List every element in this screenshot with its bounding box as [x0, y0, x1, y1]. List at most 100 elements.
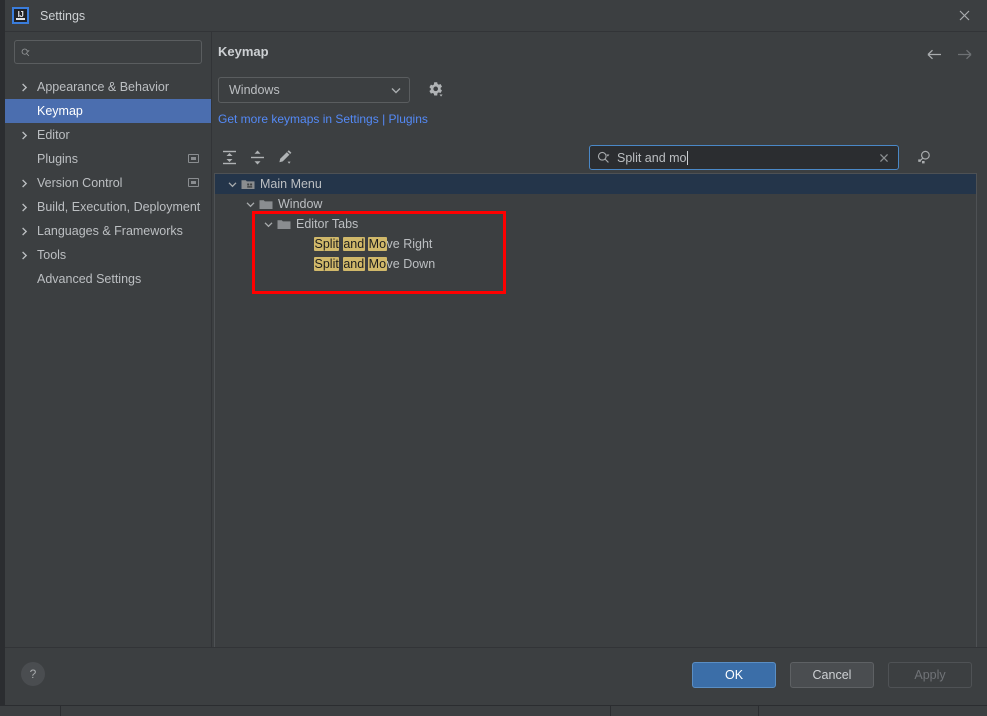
chevron-right-icon[interactable] — [17, 179, 31, 188]
sidebar-item-version-control[interactable]: Version Control — [5, 171, 211, 195]
text-caret — [687, 150, 689, 165]
tree-row-text: ve Down — [386, 257, 436, 271]
shortcuts-tree: Main Menu Window Editor Tabs Split and Move… — [215, 174, 976, 274]
sidebar-item-label: Plugins — [37, 152, 78, 166]
get-more-keymaps-link[interactable]: Get more keymaps in Settings | Plugins — [218, 112, 428, 126]
help-button[interactable]: ? — [21, 662, 45, 686]
find-by-shortcut-button[interactable] — [911, 145, 937, 170]
main-menu-icon — [241, 178, 255, 190]
dialog-body: Appearance & Behavior Keymap Editor Plugins… — [5, 32, 987, 669]
tree-row-label: Split and Move Down — [314, 257, 435, 271]
keymap-select[interactable]: Windows — [218, 77, 410, 103]
tree-row-label: Window — [278, 197, 322, 211]
keymap-content-panel: Keymap Windows Get more keymaps in Setti… — [212, 32, 987, 669]
search-match-highlight: Split — [314, 237, 340, 251]
keymap-selector-row: Windows — [218, 77, 446, 103]
chevron-down-icon — [391, 87, 401, 93]
tree-row[interactable]: Main Menu — [215, 174, 976, 194]
sidebar-item-label: Build, Execution, Deployment — [37, 200, 201, 214]
intellij-logo-icon: IJ — [12, 7, 29, 24]
chevron-right-icon[interactable] — [17, 131, 31, 140]
project-scope-badge-icon — [188, 178, 199, 187]
keymap-search-input[interactable]: Split and mo — [617, 151, 686, 165]
tree-row-label: Split and Move Right — [314, 237, 432, 251]
chevron-right-icon[interactable] — [17, 251, 31, 260]
tree-row[interactable]: Split and Move Down — [215, 254, 976, 274]
sidebar-item-label: Tools — [37, 248, 67, 262]
sidebar-item-label: Keymap — [37, 104, 83, 118]
chevron-right-icon[interactable] — [17, 227, 31, 236]
pencil-icon — [279, 150, 292, 164]
folder-icon — [259, 198, 273, 210]
settings-window-root: IJ Settings Appearance & Behavior Keymap… — [0, 0, 987, 716]
settings-sidebar: Appearance & Behavior Keymap Editor Plugins… — [5, 32, 212, 669]
cancel-button[interactable]: Cancel — [790, 662, 874, 688]
keymap-select-value: Windows — [229, 83, 280, 97]
tree-expand-chevron-icon[interactable] — [259, 220, 277, 229]
content-header: Keymap — [212, 32, 987, 78]
tree-row[interactable]: Editor Tabs — [215, 214, 976, 234]
dialog-footer: ? OK Cancel Apply — [5, 647, 987, 706]
chevron-right-icon[interactable] — [17, 83, 31, 92]
collapse-all-icon — [250, 150, 264, 164]
arrow-right-icon — [957, 49, 971, 59]
keymap-settings-button[interactable] — [426, 80, 446, 100]
search-match-highlight: Split — [314, 257, 340, 271]
dialog-buttons: OK Cancel Apply — [692, 662, 972, 688]
back-button[interactable] — [922, 42, 946, 66]
gear-icon — [429, 82, 443, 97]
sidebar-item-editor[interactable]: Editor — [5, 123, 211, 147]
keymap-search-box[interactable]: Split and mo — [589, 145, 899, 170]
sidebar-search-box[interactable] — [14, 40, 202, 64]
sidebar-search-input[interactable] — [36, 44, 195, 60]
settings-dialog: IJ Settings Appearance & Behavior Keymap… — [5, 0, 987, 706]
search-match-highlight: and — [342, 257, 365, 271]
sidebar-item-languages-frameworks[interactable]: Languages & Frameworks — [5, 219, 211, 243]
chevron-right-icon[interactable] — [17, 203, 31, 212]
tree-row-text: Window — [278, 197, 323, 211]
sidebar-item-tools[interactable]: Tools — [5, 243, 211, 267]
navigation-arrows — [922, 42, 976, 66]
logo-underline — [16, 18, 25, 20]
tree-row[interactable]: Split and Move Right — [215, 234, 976, 254]
sidebar-item-appearance-behavior[interactable]: Appearance & Behavior — [5, 75, 211, 99]
folder-icon — [277, 220, 291, 229]
sidebar-item-label: Version Control — [37, 176, 123, 190]
title-bar: IJ Settings — [5, 0, 987, 32]
apply-button: Apply — [888, 662, 972, 688]
find-by-shortcut-icon — [917, 150, 930, 164]
window-title: Settings — [40, 8, 86, 23]
keymap-search-value-wrap: Split and mo — [617, 150, 877, 165]
collapse-all-button[interactable] — [244, 144, 270, 170]
arrow-left-icon — [927, 49, 941, 59]
tree-row-label: Main Menu — [260, 177, 322, 191]
sidebar-item-label: Languages & Frameworks — [37, 224, 183, 238]
close-window-button[interactable] — [941, 0, 987, 31]
help-label: ? — [29, 667, 37, 681]
ok-button[interactable]: OK — [692, 662, 776, 688]
main-menu-icon — [241, 180, 255, 189]
sidebar-item-label: Advanced Settings — [37, 272, 142, 286]
close-icon — [959, 10, 969, 21]
search-icon — [597, 151, 610, 163]
folder-icon — [277, 218, 291, 230]
tree-row-label: Editor Tabs — [296, 217, 358, 231]
sidebar-item-label: Appearance & Behavior — [37, 80, 170, 94]
tree-expand-chevron-icon[interactable] — [241, 200, 259, 209]
desktop-taskbar-strip — [0, 705, 987, 716]
sidebar-item-keymap[interactable]: Keymap — [5, 99, 211, 123]
search-icon — [21, 48, 30, 56]
clear-icon — [879, 153, 889, 162]
expand-all-button[interactable] — [216, 144, 242, 170]
tree-expand-chevron-icon[interactable] — [223, 180, 241, 189]
sidebar-item-advanced-settings[interactable]: Advanced Settings — [5, 267, 211, 291]
expand-all-icon — [222, 150, 236, 164]
search-match-highlight: Mo — [368, 257, 387, 271]
edit-shortcut-button[interactable] — [272, 144, 298, 170]
sidebar-item-build-execution-deployment[interactable]: Build, Execution, Deployment — [5, 195, 211, 219]
project-scope-badge-icon — [188, 154, 199, 163]
shortcuts-tree-panel[interactable]: Main Menu Window Editor Tabs Split and Move… — [214, 173, 977, 654]
sidebar-item-plugins[interactable]: Plugins — [5, 147, 211, 171]
forward-button[interactable] — [952, 42, 976, 66]
tree-row[interactable]: Window — [215, 194, 976, 214]
